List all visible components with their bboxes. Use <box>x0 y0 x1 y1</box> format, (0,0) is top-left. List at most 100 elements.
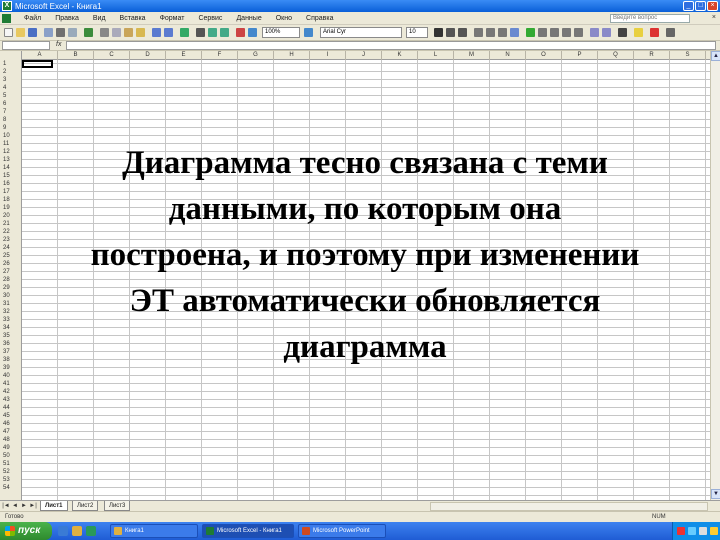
row-header[interactable]: 2 <box>0 68 22 76</box>
menu-tools[interactable]: Сервис <box>191 15 229 22</box>
zoom-select[interactable]: 100% <box>262 27 300 38</box>
row-header[interactable]: 1 <box>0 60 22 68</box>
document-icon[interactable] <box>2 13 11 23</box>
column-header[interactable]: M <box>454 51 490 60</box>
close-button[interactable]: × <box>707 1 718 11</box>
task-folder[interactable]: Книга1 <box>110 524 198 538</box>
paste-icon[interactable] <box>124 28 133 37</box>
excel-app-icon[interactable]: X <box>2 1 12 11</box>
row-header[interactable]: 5 <box>0 92 22 100</box>
column-header[interactable]: R <box>634 51 670 60</box>
row-header[interactable]: 24 <box>0 244 22 252</box>
row-header[interactable]: 27 <box>0 268 22 276</box>
increase-indent-icon[interactable] <box>602 28 611 37</box>
column-header[interactable]: A <box>22 51 58 60</box>
decrease-decimal-icon[interactable] <box>574 28 583 37</box>
cut-icon[interactable] <box>100 28 109 37</box>
row-header[interactable]: 33 <box>0 316 22 324</box>
minimize-button[interactable]: _ <box>683 1 694 11</box>
spelling-icon[interactable] <box>84 28 93 37</box>
autosum-icon[interactable] <box>196 28 205 37</box>
row-header[interactable]: 25 <box>0 252 22 260</box>
menu-window[interactable]: Окно <box>269 15 299 22</box>
row-header[interactable]: 10 <box>0 132 22 140</box>
row-header[interactable]: 3 <box>0 76 22 84</box>
italic-icon[interactable] <box>446 28 455 37</box>
row-header[interactable]: 31 <box>0 300 22 308</box>
row-header[interactable]: 36 <box>0 340 22 348</box>
row-header[interactable]: 19 <box>0 204 22 212</box>
browser-icon[interactable] <box>58 526 68 536</box>
bold-icon[interactable] <box>434 28 443 37</box>
row-header[interactable]: 26 <box>0 260 22 268</box>
menu-file[interactable]: Файл <box>17 15 48 22</box>
column-header[interactable]: O <box>526 51 562 60</box>
row-header[interactable]: 41 <box>0 380 22 388</box>
currency-icon[interactable] <box>526 28 535 37</box>
row-header[interactable]: 45 <box>0 412 22 420</box>
align-center-icon[interactable] <box>486 28 495 37</box>
row-header[interactable]: 38 <box>0 356 22 364</box>
copy-icon[interactable] <box>112 28 121 37</box>
menu-edit[interactable]: Правка <box>48 15 86 22</box>
row-header[interactable]: 32 <box>0 308 22 316</box>
column-header[interactable]: C <box>94 51 130 60</box>
row-header[interactable]: 30 <box>0 292 22 300</box>
maximize-button[interactable]: □ <box>695 1 706 11</box>
task-excel[interactable]: Microsoft Excel - Книга1 <box>202 524 294 538</box>
increase-decimal-icon[interactable] <box>562 28 571 37</box>
volume-icon[interactable] <box>699 527 707 535</box>
column-header[interactable]: F <box>202 51 238 60</box>
row-header[interactable]: 6 <box>0 100 22 108</box>
row-header[interactable]: 8 <box>0 116 22 124</box>
column-header[interactable]: K <box>382 51 418 60</box>
column-header[interactable]: I <box>310 51 346 60</box>
toolbar-options-icon[interactable] <box>666 28 675 37</box>
column-header[interactable]: J <box>346 51 382 60</box>
font-name-select[interactable]: Arial Cyr <box>320 27 402 38</box>
folder-icon[interactable] <box>72 526 82 536</box>
row-header[interactable]: 40 <box>0 372 22 380</box>
row-header[interactable]: 17 <box>0 188 22 196</box>
vertical-scrollbar[interactable]: ▲ ▼ <box>710 51 720 500</box>
row-header[interactable]: 54 <box>0 484 22 492</box>
row-header[interactable]: 14 <box>0 164 22 172</box>
column-header[interactable]: B <box>58 51 94 60</box>
comma-style-icon[interactable] <box>550 28 559 37</box>
row-header[interactable]: 21 <box>0 220 22 228</box>
underline-icon[interactable] <box>458 28 467 37</box>
hyperlink-icon[interactable] <box>180 28 189 37</box>
tab-sheet2[interactable]: Лист2 <box>72 501 99 511</box>
column-header[interactable]: G <box>238 51 274 60</box>
close-document-button[interactable]: × <box>712 14 716 21</box>
row-header[interactable]: 29 <box>0 284 22 292</box>
scroll-down-button[interactable]: ▼ <box>711 489 720 499</box>
row-header[interactable]: 46 <box>0 420 22 428</box>
row-header[interactable]: 39 <box>0 364 22 372</box>
row-header[interactable]: 34 <box>0 324 22 332</box>
permission-icon[interactable] <box>44 28 53 37</box>
row-header[interactable]: 50 <box>0 452 22 460</box>
row-header[interactable]: 4 <box>0 84 22 92</box>
row-header[interactable]: 22 <box>0 228 22 236</box>
help-icon[interactable] <box>304 28 313 37</box>
row-header[interactable]: 9 <box>0 124 22 132</box>
column-header[interactable]: P <box>562 51 598 60</box>
align-right-icon[interactable] <box>498 28 507 37</box>
prev-sheet-button[interactable]: ◄ <box>11 502 19 510</box>
sort-ascending-icon[interactable] <box>208 28 217 37</box>
menu-data[interactable]: Данные <box>229 15 268 22</box>
column-header[interactable]: E <box>166 51 202 60</box>
row-header[interactable]: 11 <box>0 140 22 148</box>
active-cell[interactable] <box>22 60 53 68</box>
align-left-icon[interactable] <box>474 28 483 37</box>
select-all-button[interactable] <box>0 51 22 60</box>
clock-icon[interactable] <box>710 527 718 535</box>
row-header[interactable]: 35 <box>0 332 22 340</box>
row-header[interactable]: 16 <box>0 180 22 188</box>
merge-center-icon[interactable] <box>510 28 519 37</box>
print-icon[interactable] <box>56 28 65 37</box>
new-icon[interactable] <box>4 28 13 37</box>
network-icon[interactable] <box>688 527 696 535</box>
percent-icon[interactable] <box>538 28 547 37</box>
